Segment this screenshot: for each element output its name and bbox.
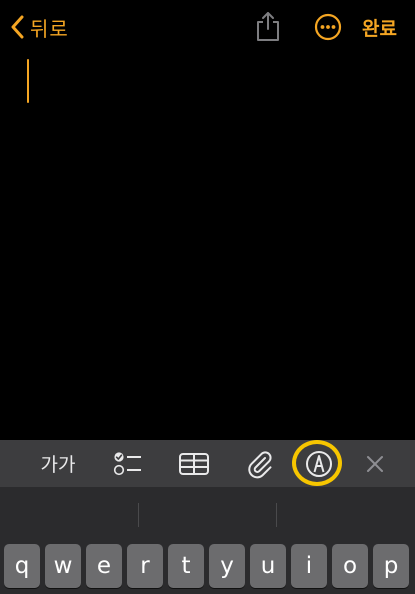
attach-button[interactable] bbox=[240, 440, 280, 487]
paperclip-icon bbox=[248, 450, 272, 478]
formatting-toolbar: 가가 bbox=[0, 440, 415, 487]
checklist-button[interactable] bbox=[108, 440, 148, 487]
key-q[interactable]: q bbox=[4, 544, 40, 588]
key-y[interactable]: y bbox=[209, 544, 245, 588]
ellipsis-circle-icon[interactable] bbox=[314, 13, 342, 41]
table-button[interactable] bbox=[174, 440, 214, 487]
key-i[interactable]: i bbox=[291, 544, 327, 588]
back-button[interactable]: 뒤로 bbox=[10, 12, 69, 42]
key-u[interactable]: u bbox=[250, 544, 286, 588]
chevron-left-icon bbox=[11, 15, 24, 39]
done-button[interactable]: 완료 bbox=[362, 14, 397, 41]
keyboard: q w e r t y u i o p bbox=[0, 487, 415, 594]
key-e[interactable]: e bbox=[86, 544, 122, 588]
note-editor[interactable] bbox=[0, 56, 415, 440]
key-o[interactable]: o bbox=[332, 544, 368, 588]
key-t[interactable]: t bbox=[168, 544, 204, 588]
keyboard-row-1: q w e r t y u i o p bbox=[4, 544, 411, 588]
close-toolbar-button[interactable] bbox=[358, 440, 392, 487]
prediction-divider bbox=[138, 503, 139, 527]
table-icon bbox=[179, 452, 209, 475]
navigation-bar: 뒤로 완료 bbox=[0, 0, 415, 56]
text-cursor bbox=[27, 59, 29, 103]
highlight-circle bbox=[292, 440, 342, 486]
key-r[interactable]: r bbox=[127, 544, 163, 588]
back-label: 뒤로 bbox=[30, 16, 69, 41]
key-p[interactable]: p bbox=[373, 544, 409, 588]
prediction-divider bbox=[276, 503, 277, 527]
key-w[interactable]: w bbox=[45, 544, 81, 588]
checklist-icon bbox=[113, 451, 141, 475]
close-icon bbox=[367, 455, 383, 472]
share-icon[interactable] bbox=[254, 10, 282, 42]
text-format-button[interactable]: 가가 bbox=[30, 440, 86, 487]
